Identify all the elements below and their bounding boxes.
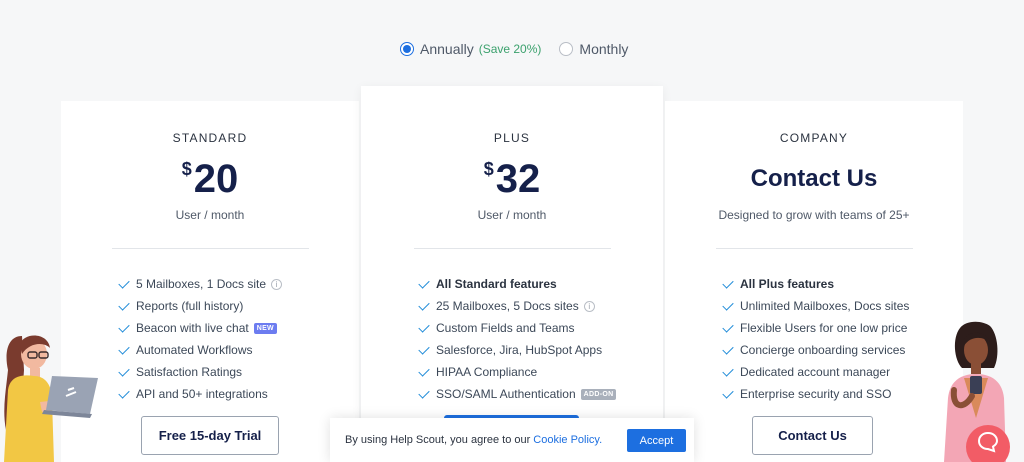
plan-card-company: COMPANY Contact Us Designed to grow with… (665, 101, 963, 462)
annually-label: Annually (420, 41, 474, 57)
cookie-text: By using Help Scout, you agree to our (345, 434, 531, 446)
check-icon (722, 298, 734, 311)
feature-text: Beacon with live chat (136, 321, 249, 335)
monthly-label: Monthly (579, 41, 629, 57)
check-icon (418, 298, 430, 311)
new-badge: NEW (253, 322, 277, 334)
feature-text: 25 Mailboxes, 5 Docs sites (436, 299, 579, 313)
plan-price: $ 32 (361, 157, 663, 203)
plan-divider (715, 248, 913, 249)
billing-option-annually[interactable]: Annually (Save 20%) (400, 41, 541, 57)
plan-feature-list: All Standard features 25 Mailboxes, 5 Do… (418, 273, 663, 405)
plan-card-standard: STANDARD $ 20 User / month 5 Mailboxes, … (61, 101, 359, 462)
feature-text: Reports (full history) (136, 299, 244, 313)
plan-price: Contact Us (665, 157, 963, 203)
cookie-policy-link[interactable]: Cookie Policy. (533, 434, 602, 446)
plan-subtitle: Designed to grow with teams of 25+ (718, 208, 910, 222)
feature-item: SSO/SAML Authentication ADD-ON (418, 383, 663, 405)
contact-us-title: Contact Us (750, 165, 878, 192)
feature-item: Salesforce, Jira, HubSpot Apps (418, 339, 663, 361)
check-icon (418, 364, 430, 377)
plan-tier-name: COMPANY (779, 131, 849, 145)
billing-toggle: Annually (Save 20%) Monthly (400, 41, 628, 57)
accept-cookies-button[interactable]: Accept (627, 429, 686, 452)
feature-item: 5 Mailboxes, 1 Docs site i (118, 273, 359, 295)
feature-item: Custom Fields and Teams (418, 317, 663, 339)
check-icon (118, 342, 130, 355)
feature-item: Reports (full history) (118, 295, 359, 317)
free-trial-button[interactable]: Free 15-day Trial (141, 416, 279, 455)
feature-text: Unlimited Mailboxes, Docs sites (740, 299, 910, 313)
info-icon[interactable]: i (271, 278, 283, 290)
feature-text: All Plus features (740, 277, 835, 291)
feature-text: Automated Workflows (136, 343, 253, 357)
feature-item: 25 Mailboxes, 5 Docs sites i (418, 295, 663, 317)
check-icon (418, 276, 430, 289)
plan-card-plus: PLUS $ 32 User / month All Standard feat… (361, 86, 663, 462)
check-icon (118, 386, 130, 399)
check-icon (118, 320, 130, 333)
check-icon (722, 386, 734, 399)
add-on-badge: ADD-ON (580, 388, 617, 400)
feature-item: All Plus features (722, 273, 963, 295)
check-icon (722, 342, 734, 355)
check-icon (722, 320, 734, 333)
check-icon (118, 276, 130, 289)
check-icon (418, 342, 430, 355)
feature-text: 5 Mailboxes, 1 Docs site (136, 277, 267, 291)
feature-item: Satisfaction Ratings (118, 361, 359, 383)
beacon-chat-button[interactable] (966, 425, 1010, 462)
feature-item: Automated Workflows (118, 339, 359, 361)
plan-divider (111, 248, 309, 249)
feature-item: API and 50+ integrations (118, 383, 359, 405)
contact-us-button[interactable]: Contact Us (752, 416, 873, 455)
plan-price-unit: User / month (477, 208, 547, 222)
billing-option-monthly[interactable]: Monthly (559, 41, 628, 57)
woman-with-laptop-illustration (4, 335, 98, 462)
feature-text: All Standard features (436, 277, 557, 291)
feature-text: Satisfaction Ratings (136, 365, 243, 379)
info-icon[interactable]: i (583, 300, 595, 312)
feature-item: HIPAA Compliance (418, 361, 663, 383)
check-icon (722, 364, 734, 377)
annual-savings-label: (Save 20%) (478, 42, 542, 56)
feature-text: Enterprise security and SSO (740, 387, 892, 401)
feature-text: SSO/SAML Authentication (436, 387, 576, 401)
feature-text: Salesforce, Jira, HubSpot Apps (436, 343, 603, 357)
check-icon (722, 276, 734, 289)
price-currency: $ (483, 159, 494, 179)
check-icon (418, 320, 430, 333)
price-amount: 32 (495, 157, 541, 201)
plan-tier-name: PLUS (493, 131, 531, 145)
price-amount: 20 (193, 157, 239, 201)
check-icon (118, 364, 130, 377)
feature-item: Beacon with live chat NEW (118, 317, 359, 339)
check-icon (118, 298, 130, 311)
feature-text: API and 50+ integrations (136, 387, 268, 401)
feature-text: HIPAA Compliance (436, 365, 538, 379)
price-currency: $ (181, 159, 192, 179)
plan-feature-list: 5 Mailboxes, 1 Docs site i Reports (full … (118, 273, 359, 405)
monthly-radio[interactable] (559, 42, 574, 56)
feature-text: Flexible Users for one low price (740, 321, 908, 335)
plan-price: $ 20 (61, 157, 359, 203)
feature-text: Dedicated account manager (740, 365, 891, 379)
feature-text: Concierge onboarding services (740, 343, 906, 357)
cookie-consent-banner: By using Help Scout, you agree to our Co… (330, 418, 694, 462)
feature-text: Custom Fields and Teams (436, 321, 575, 335)
check-icon (418, 386, 430, 399)
feature-item: All Standard features (418, 273, 663, 295)
plan-tier-name: STANDARD (172, 131, 248, 145)
feature-item: Unlimited Mailboxes, Docs sites (722, 295, 963, 317)
chat-bubble-icon (977, 431, 999, 453)
plan-price-unit: User / month (175, 208, 245, 222)
annually-radio[interactable] (400, 42, 414, 56)
plan-divider (413, 248, 611, 249)
